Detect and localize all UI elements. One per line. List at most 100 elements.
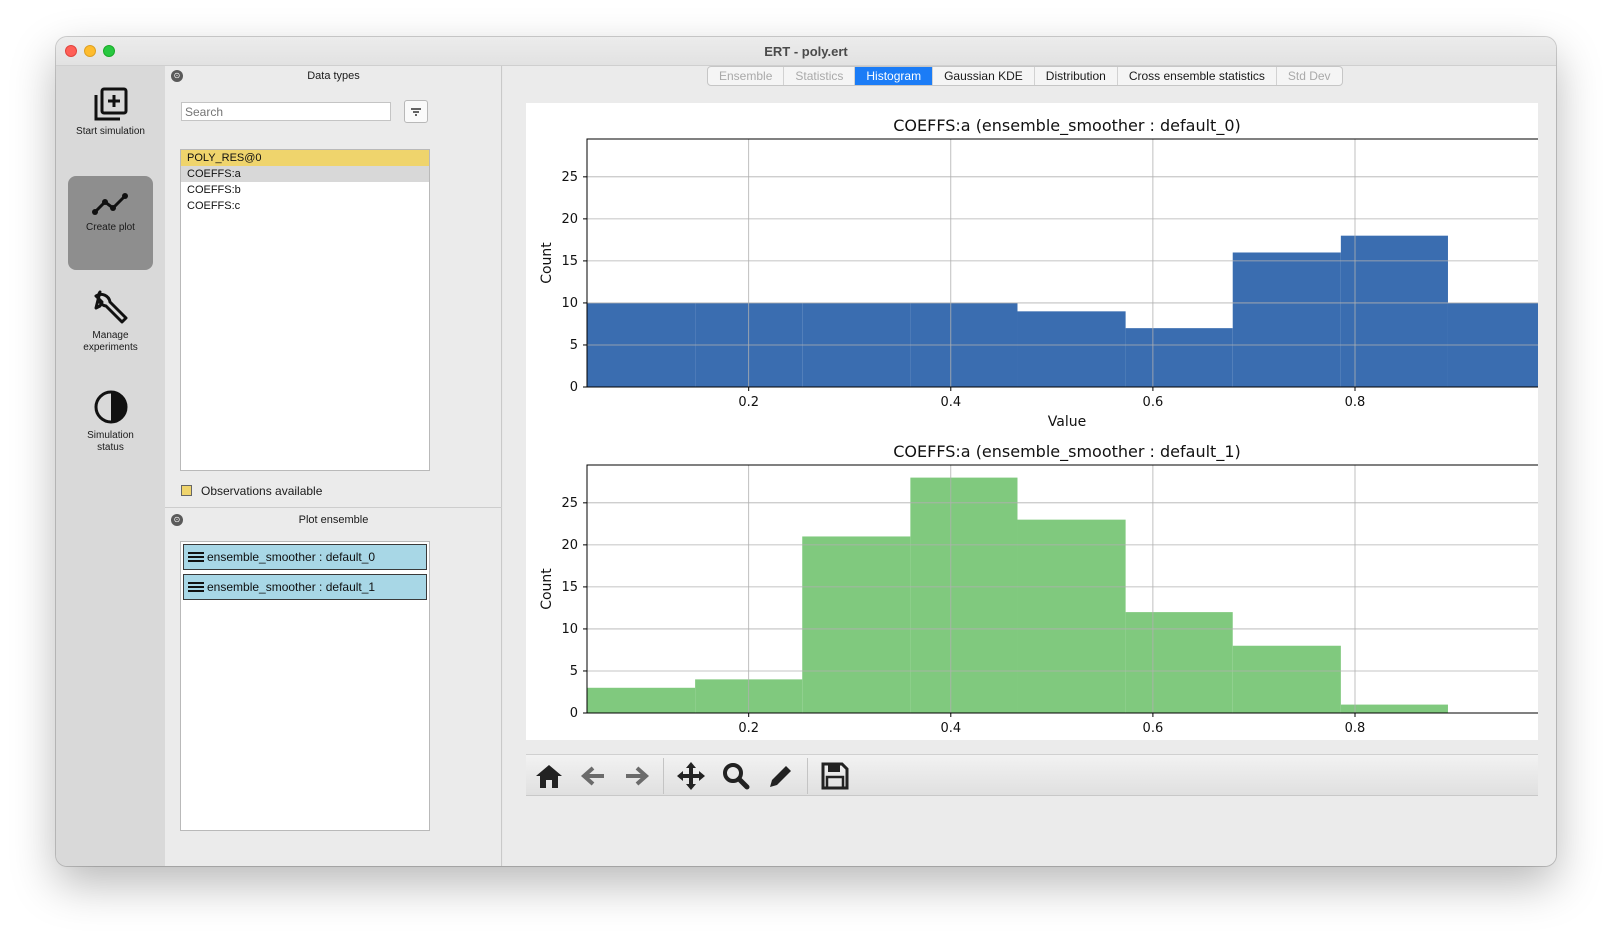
histogram-bar: [1232, 645, 1341, 713]
edit-button[interactable]: [763, 760, 797, 792]
y-tick-label: 15: [561, 580, 578, 595]
zoom-icon: [723, 763, 750, 790]
data-type-item[interactable]: POLY_RES@0: [181, 150, 429, 166]
x-tick-label: 0.8: [1345, 721, 1366, 736]
pan-button[interactable]: [674, 760, 708, 792]
chart-title: COEFFS:a (ensemble_smoother : default_0): [893, 116, 1241, 136]
x-tick-label: 0.4: [940, 721, 961, 736]
ensemble-item-label: ensemble_smoother : default_1: [207, 580, 376, 594]
tab-ensemble: Ensemble: [708, 67, 785, 85]
plot-area: Ensemble Statistics Histogram Gaussian KDE D…: [503, 66, 1556, 866]
tab-std-dev: Std Dev: [1287, 69, 1331, 83]
tab-histogram[interactable]: Histogram: [855, 67, 934, 85]
tab-statistics: Statistics: [784, 67, 856, 85]
plot-ensemble-title: Plot ensemble: [298, 514, 369, 526]
rail-label: Create plot: [86, 222, 135, 233]
line-chart-icon: [91, 193, 128, 215]
plot-ensemble-header: ⊙ Plot ensemble: [165, 510, 502, 530]
ensemble-item[interactable]: ensemble_smoother : default_1: [183, 574, 427, 600]
home-icon: [536, 765, 562, 788]
toolbar-separator: [663, 758, 664, 794]
x-tick-label: 0.6: [1143, 721, 1164, 736]
back-arrow-icon: [580, 766, 604, 786]
ensemble-item[interactable]: ensemble_smoother : default_0: [183, 544, 427, 570]
filter-button[interactable]: [404, 100, 428, 123]
y-tick-label: 5: [570, 664, 578, 679]
save-button[interactable]: [818, 760, 852, 792]
x-tick-label: 0.2: [738, 395, 759, 410]
home-button[interactable]: [532, 760, 566, 792]
create-plot-button[interactable]: Create plot: [68, 176, 153, 270]
histogram-bar: [587, 687, 696, 713]
drag-handle-icon[interactable]: [188, 552, 204, 562]
window-title: ERT - poly.ert: [764, 44, 848, 59]
zoom-button[interactable]: [719, 760, 753, 792]
y-tick-label: 0: [570, 706, 578, 721]
dock-icon[interactable]: ⊙: [171, 514, 183, 526]
side-panel: ⊙ Data types POLY_RES@0COEFFS:aCOEFFS:bC…: [165, 66, 502, 866]
simulation-status-button[interactable]: Simulation status: [68, 376, 153, 470]
tab-distribution[interactable]: Distribution: [1035, 67, 1118, 85]
histogram-bar: [1232, 252, 1341, 387]
app-window: ERT - poly.ert Start simulation Create p…: [56, 37, 1556, 866]
y-tick-label: 20: [561, 538, 578, 553]
plot-type-tabs: Ensemble Statistics Histogram Gaussian KDE D…: [707, 66, 1343, 86]
rail-label: Manage experiments: [83, 330, 138, 353]
pan-icon: [677, 762, 705, 790]
y-tick-label: 20: [561, 212, 578, 227]
data-type-item[interactable]: COEFFS:c: [181, 198, 429, 214]
histogram-bar: [1340, 704, 1448, 713]
x-tick-label: 0.8: [1345, 395, 1366, 410]
forward-arrow-icon: [626, 766, 650, 786]
x-tick-label: 0.4: [940, 395, 961, 410]
observations-legend: Observations available: [181, 484, 322, 498]
wrench-icon: [94, 290, 127, 324]
histogram-bar: [1017, 519, 1126, 713]
plot-toolbar: [526, 754, 1538, 796]
y-tick-label: 15: [561, 254, 578, 269]
filter-icon: [411, 108, 421, 116]
y-tick-label: 10: [561, 622, 578, 637]
y-axis-label: Count: [539, 242, 555, 284]
y-tick-label: 25: [561, 170, 578, 185]
title-bar: ERT - poly.ert: [56, 37, 1556, 66]
data-type-item[interactable]: COEFFS:a: [181, 166, 429, 182]
dock-icon[interactable]: ⊙: [171, 70, 183, 82]
y-tick-label: 5: [570, 338, 578, 353]
search-input[interactable]: [181, 102, 391, 121]
figure-canvas[interactable]: 0.2 0.4 0.6 0.8 0 5 10 15 20 25 COEFFS:a (ensemble…: [526, 103, 1548, 756]
edit-icon: [770, 766, 791, 787]
plot-ensemble-list[interactable]: ensemble_smoother : default_0 ensemble_sm…: [180, 541, 430, 831]
y-tick-label: 10: [561, 296, 578, 311]
navigation-rail: Start simulation Create plot Manage expe…: [56, 66, 165, 866]
manage-experiments-button[interactable]: Manage experiments: [68, 276, 153, 370]
ensemble-item-label: ensemble_smoother : default_0: [207, 550, 376, 564]
forward-button[interactable]: [620, 760, 654, 792]
x-tick-label: 0.2: [738, 721, 759, 736]
data-types-title: Data types: [307, 70, 360, 82]
data-type-item[interactable]: COEFFS:b: [181, 182, 429, 198]
y-tick-label: 0: [570, 380, 578, 395]
histogram-bar: [1125, 328, 1233, 387]
half-circle-icon: [94, 390, 127, 424]
histogram-bar: [802, 536, 911, 713]
tab-cross-ensemble-statistics[interactable]: Cross ensemble statistics: [1118, 67, 1277, 85]
histogram-bar: [1125, 612, 1233, 713]
tab-gaussian-kde[interactable]: Gaussian KDE: [933, 67, 1035, 85]
observations-swatch: [181, 485, 192, 496]
histogram-figure: 0.2 0.4 0.6 0.8 0 5 10 15 20 25 COEFFS:a (ensemble…: [539, 116, 1548, 756]
y-tick-label: 25: [561, 496, 578, 511]
observations-legend-label: Observations available: [201, 484, 323, 498]
data-types-list[interactable]: POLY_RES@0 COEFFS:a COEFFS:b COEFFS:c: [180, 149, 430, 471]
x-tick-label: 0.6: [1143, 395, 1164, 410]
histogram-bar: [910, 477, 1018, 713]
y-axis-label: Count: [539, 568, 555, 610]
rail-label: Start simulation: [76, 126, 145, 137]
panel-divider: [165, 507, 502, 508]
rail-label: Simulation status: [87, 430, 134, 453]
save-icon: [821, 762, 849, 790]
back-button[interactable]: [576, 760, 610, 792]
histogram-bar: [1017, 311, 1126, 387]
drag-handle-icon[interactable]: [188, 582, 204, 592]
start-simulation-button[interactable]: Start simulation: [68, 74, 153, 168]
